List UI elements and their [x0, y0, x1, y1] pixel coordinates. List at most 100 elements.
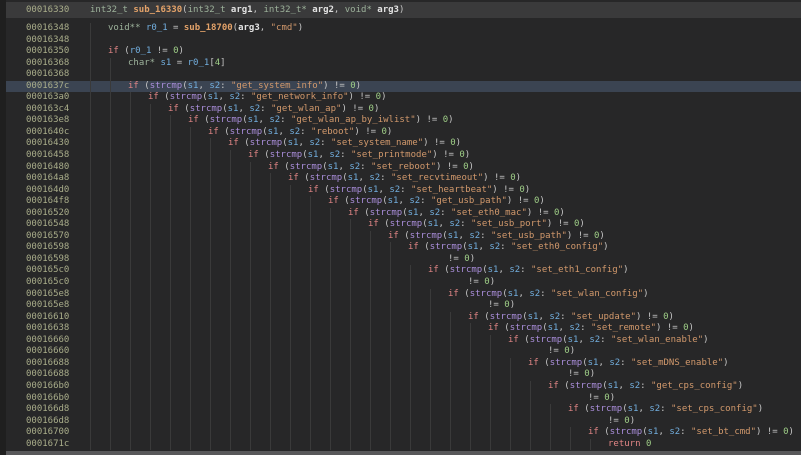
- string-token[interactable]: "get_wlan_ap": [271, 104, 341, 114]
- code-line[interactable]: 000166d8if (strcmp(s1, s2: "set_cps_conf…: [6, 404, 801, 416]
- code-line[interactable]: 000166b0!= 0): [6, 393, 801, 405]
- variable-token[interactable]: s2: [429, 208, 440, 218]
- keyword-token[interactable]: if: [528, 358, 539, 368]
- variable-token[interactable]: s2: [209, 81, 220, 91]
- code-text[interactable]: if (strcmp(s1, s2: "set_heartbeat") != 0…: [308, 185, 530, 197]
- code-line[interactable]: 000166d8!= 0): [6, 416, 801, 428]
- code-text[interactable]: if (strcmp(s1, s2: "set_mDNS_enable"): [528, 358, 729, 370]
- keyword-token[interactable]: if: [328, 196, 339, 206]
- variable-token[interactable]: s2: [549, 312, 560, 322]
- address[interactable]: 0001637c: [26, 81, 69, 93]
- code-line[interactable]: 000165c0!= 0): [6, 277, 801, 289]
- argument-token[interactable]: arg3: [377, 5, 399, 15]
- code-text[interactable]: if (r0_1 != 0): [108, 46, 184, 58]
- variable-token[interactable]: s2: [489, 242, 500, 252]
- address[interactable]: 00016480: [26, 162, 69, 174]
- code-text[interactable]: return 0: [608, 439, 651, 451]
- address[interactable]: 00016638: [26, 323, 69, 335]
- argument-token[interactable]: arg3: [238, 23, 260, 33]
- type-token[interactable]: void*: [345, 5, 372, 15]
- variable-token[interactable]: s2: [269, 115, 280, 125]
- keyword-token[interactable]: if: [208, 127, 219, 137]
- string-token[interactable]: "set_recvtimeout": [391, 173, 483, 183]
- variable-token[interactable]: s2: [529, 289, 540, 299]
- address[interactable]: 000165c0: [26, 277, 69, 289]
- variable-token[interactable]: s1: [648, 427, 659, 437]
- keyword-token[interactable]: if: [168, 104, 179, 114]
- type-token[interactable]: int32_t: [90, 5, 128, 15]
- keyword-token[interactable]: if: [288, 173, 299, 183]
- code-text[interactable]: != 0): [448, 254, 475, 266]
- address[interactable]: 000166b0: [26, 381, 69, 393]
- variable-token[interactable]: s1: [628, 404, 639, 414]
- import-function-token[interactable]: strcmp: [270, 150, 303, 160]
- address[interactable]: 00016348: [26, 35, 69, 47]
- address[interactable]: 00016520: [26, 208, 69, 220]
- code-line[interactable]: 000163e8if (strcmp(s1, s2: "get_wlan_ap_…: [6, 115, 801, 127]
- code-line[interactable]: 00016430if (strcmp(s1, s2: "set_system_n…: [6, 138, 801, 150]
- address[interactable]: 00016348: [26, 23, 69, 35]
- code-text[interactable]: if (strcmp(s1, s2: "get_system_info") !=…: [128, 81, 361, 93]
- string-token[interactable]: "set_eth0_config": [511, 242, 603, 252]
- variable-token[interactable]: s1: [428, 219, 439, 229]
- import-function-token[interactable]: strcmp: [350, 196, 383, 206]
- string-token[interactable]: "set_wlan_enable": [611, 335, 703, 345]
- import-function-token[interactable]: strcmp: [430, 242, 463, 252]
- address[interactable]: 000165e8: [26, 300, 69, 312]
- code-text[interactable]: if (strcmp(s1, s2: "set_bt_cmd") != 0): [588, 427, 794, 439]
- variable-token[interactable]: s1: [228, 104, 239, 114]
- import-function-token[interactable]: strcmp: [230, 127, 263, 137]
- variable-token[interactable]: s2: [509, 265, 520, 275]
- variable-token[interactable]: s1: [288, 138, 299, 148]
- keyword-token[interactable]: if: [428, 265, 439, 275]
- variable-token[interactable]: r0_1: [188, 58, 210, 68]
- address[interactable]: 00016548: [26, 219, 69, 231]
- string-token[interactable]: "cmd": [271, 23, 298, 33]
- keyword-token[interactable]: if: [228, 138, 239, 148]
- code-line[interactable]: 000163a0if (strcmp(s1, s2: "get_network_…: [6, 92, 801, 104]
- string-token[interactable]: "get_system_info": [231, 81, 323, 91]
- keyword-token[interactable]: if: [368, 219, 379, 229]
- code-line-blank[interactable]: 00016368: [6, 69, 801, 81]
- import-function-token[interactable]: strcmp: [310, 173, 343, 183]
- code-line[interactable]: 000165c0if (strcmp(s1, s2: "set_eth1_con…: [6, 265, 801, 277]
- variable-token[interactable]: s1: [488, 265, 499, 275]
- keyword-token[interactable]: if: [488, 323, 499, 333]
- import-function-token[interactable]: strcmp: [390, 219, 423, 229]
- type-token[interactable]: void**: [108, 23, 141, 33]
- string-token[interactable]: "set_cps_config": [671, 404, 758, 414]
- keyword-token[interactable]: if: [408, 242, 419, 252]
- string-token[interactable]: "set_usb_path": [491, 231, 567, 241]
- code-line[interactable]: 00016598!= 0): [6, 254, 801, 266]
- code-line[interactable]: 00016350if (r0_1 != 0): [6, 46, 801, 58]
- import-function-token[interactable]: strcmp: [570, 381, 603, 391]
- type-token[interactable]: int32_t*: [263, 5, 306, 15]
- variable-token[interactable]: s1: [368, 185, 379, 195]
- code-line[interactable]: 000163c4if (strcmp(s1, s2: "get_wlan_ap"…: [6, 104, 801, 116]
- variable-token[interactable]: s2: [669, 427, 680, 437]
- string-token[interactable]: "get_usb_path": [431, 196, 507, 206]
- address[interactable]: 000165e8: [26, 289, 69, 301]
- address[interactable]: 00016330: [26, 2, 69, 18]
- import-function-token[interactable]: strcmp: [490, 312, 523, 322]
- variable-token[interactable]: s2: [229, 92, 240, 102]
- address[interactable]: 00016570: [26, 231, 69, 243]
- keyword-token[interactable]: if: [248, 150, 259, 160]
- variable-token[interactable]: s1: [161, 58, 172, 68]
- code-line-blank[interactable]: 00016348: [6, 35, 801, 47]
- keyword-token[interactable]: if: [308, 185, 319, 195]
- code-line[interactable]: 00016688if (strcmp(s1, s2: "set_mDNS_ena…: [6, 358, 801, 370]
- address[interactable]: 000166d8: [26, 404, 69, 416]
- function-token[interactable]: sub_16330: [133, 5, 182, 15]
- address[interactable]: 000163e8: [26, 115, 69, 127]
- address[interactable]: 00016458: [26, 150, 69, 162]
- import-function-token[interactable]: strcmp: [590, 404, 623, 414]
- type-token[interactable]: int32_t: [188, 5, 226, 15]
- variable-token[interactable]: s1: [508, 289, 519, 299]
- code-line[interactable]: 00016348void** r0_1 = sub_18700(arg3, "c…: [6, 23, 801, 35]
- import-function-token[interactable]: strcmp: [290, 162, 323, 172]
- variable-token[interactable]: s2: [349, 162, 360, 172]
- variable-token[interactable]: s1: [528, 312, 539, 322]
- code-line[interactable]: 000164f8if (strcmp(s1, s2: "get_usb_path…: [6, 196, 801, 208]
- address[interactable]: 00016700: [26, 427, 69, 439]
